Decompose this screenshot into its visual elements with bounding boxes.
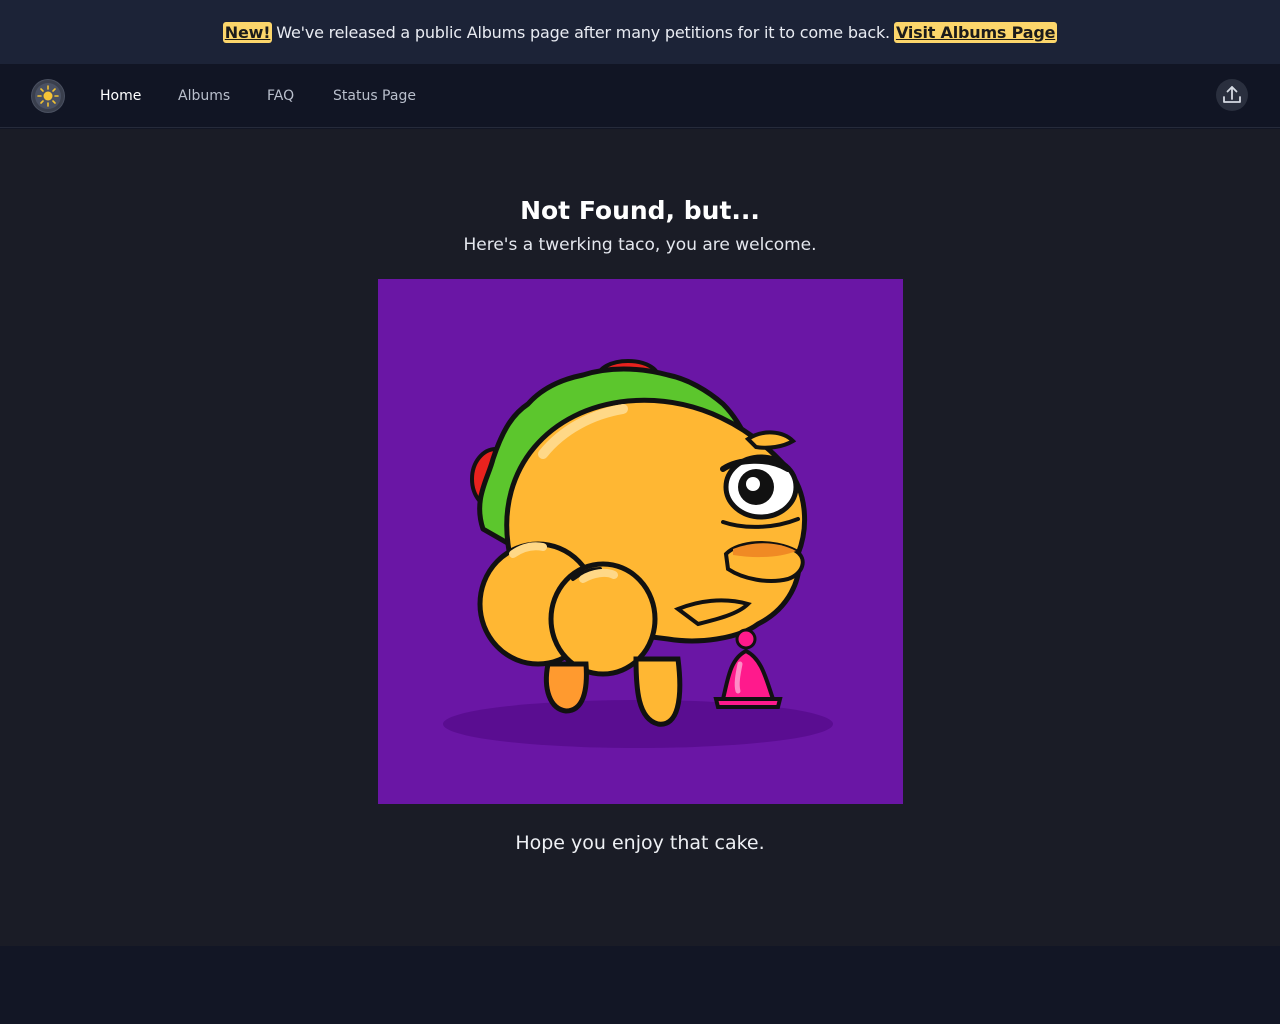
announcement-banner: New! We've released a public Albums page… — [0, 0, 1280, 64]
navbar: Home Albums FAQ Status Page — [0, 64, 1280, 128]
page-title: Not Found, but... — [520, 196, 760, 225]
banner-message: We've released a public Albums page afte… — [276, 22, 890, 42]
nav-status-page[interactable]: Status Page — [333, 86, 416, 106]
nav-home[interactable]: Home — [100, 86, 141, 106]
nav-albums[interactable]: Albums — [178, 86, 230, 106]
twerking-taco-image — [378, 279, 903, 804]
upload-button[interactable] — [1216, 79, 1248, 111]
upload-icon — [1223, 86, 1241, 103]
sun-logo-icon[interactable] — [32, 80, 64, 112]
page-caption: Hope you enjoy that cake. — [515, 832, 765, 854]
footer — [0, 946, 1280, 1024]
nav-faq[interactable]: FAQ — [267, 86, 294, 106]
main-content: Not Found, but... Here's a twerking taco… — [0, 129, 1280, 946]
visit-albums-link[interactable]: Visit Albums Page — [893, 21, 1058, 43]
new-badge: New! — [222, 21, 273, 43]
page-subtitle: Here's a twerking taco, you are welcome. — [463, 235, 817, 255]
